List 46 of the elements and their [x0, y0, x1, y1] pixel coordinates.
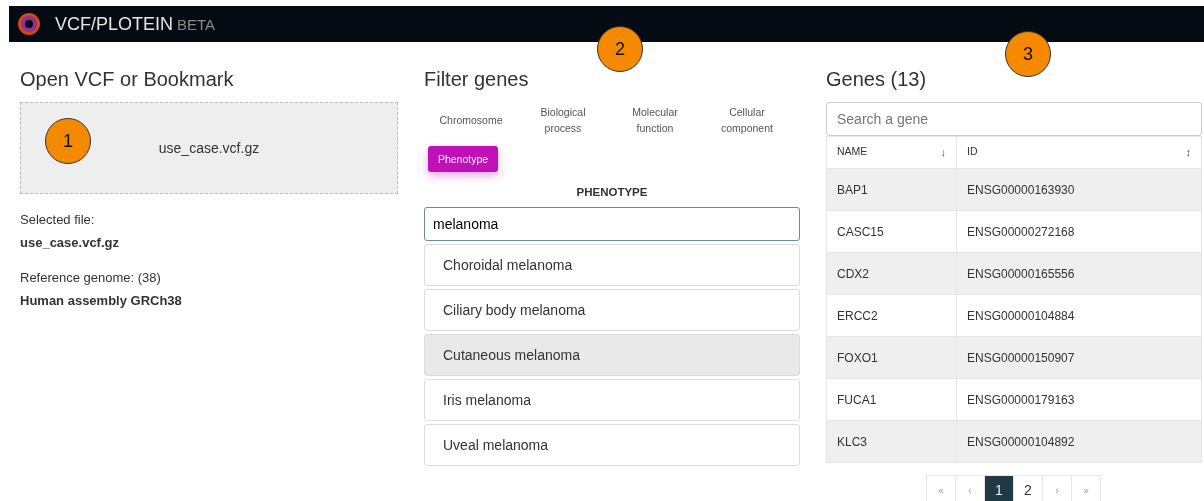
filter-tab[interactable]: Phenotype: [428, 146, 498, 172]
field-label: Selected file:: [20, 211, 96, 229]
filter-tab[interactable]: Molecular function: [612, 102, 698, 138]
table-cell: KLC3: [826, 420, 957, 463]
callout-marker: 3: [1005, 31, 1051, 77]
table-cell: ENSG00000150907: [956, 336, 1202, 379]
suggestion-item[interactable]: Cutaneous melanoma: [424, 334, 800, 377]
brand-title: VCF/PLOTEIN: [55, 12, 174, 36]
suggestion-item[interactable]: Uveal melanoma: [424, 424, 800, 467]
filter-tab[interactable]: Cellular component: [704, 102, 790, 138]
field-value: use_case.vcf.gz: [20, 233, 120, 252]
header-label: ID: [967, 144, 978, 160]
table-cell: FUCA1: [826, 378, 957, 421]
panel-title: Filter genes: [424, 67, 530, 90]
header-label: NAME: [837, 144, 868, 160]
table-cell: ENSG00000179163: [956, 378, 1202, 421]
section-title: PHENOTYPE: [575, 185, 649, 200]
sort-icon: ↓: [940, 144, 946, 161]
table-cell: BAP1: [826, 168, 957, 211]
table-cell: FOXO1: [826, 336, 957, 379]
table-cell: CASC15: [826, 210, 957, 253]
table-cell: CDX2: [826, 252, 957, 295]
suggestion-item[interactable]: Ciliary body melanoma: [424, 289, 800, 332]
suggestion-item[interactable]: Choroidal melanoma: [424, 244, 800, 287]
suggestion-item[interactable]: Iris melanoma: [424, 379, 800, 422]
table-cell: ENSG00000165556: [956, 252, 1202, 295]
column-header[interactable]: ID ↕: [956, 136, 1202, 169]
column-header[interactable]: NAME ↓: [826, 136, 957, 169]
filter-tab[interactable]: Chromosome: [428, 102, 514, 138]
table-cell: ENSG00000163930: [956, 168, 1202, 211]
field-label: Reference genome: (38): [20, 269, 162, 287]
file-name: use_case.vcf.gz: [158, 138, 260, 158]
panel-title: Genes (13): [826, 67, 928, 90]
filter-tab[interactable]: Biological process: [520, 102, 606, 138]
table-cell: ENSG00000104884: [956, 294, 1202, 337]
logo-icon: [17, 12, 41, 36]
page-button[interactable]: 1: [984, 475, 1014, 501]
field-value: Human assembly GRCh38: [20, 291, 183, 310]
table-cell: ERCC2: [826, 294, 957, 337]
phenotype-search-field[interactable]: melanoma: [424, 207, 800, 242]
gene-search-field[interactable]: Search a gene: [826, 102, 1202, 136]
beta-label: BETA: [177, 14, 216, 35]
sort-icon: ↕: [1185, 144, 1191, 161]
table-cell: ENSG00000272168: [956, 210, 1202, 253]
table-cell: ENSG00000104892: [956, 420, 1202, 463]
panel-title: Open VCF or Bookmark: [20, 67, 235, 90]
